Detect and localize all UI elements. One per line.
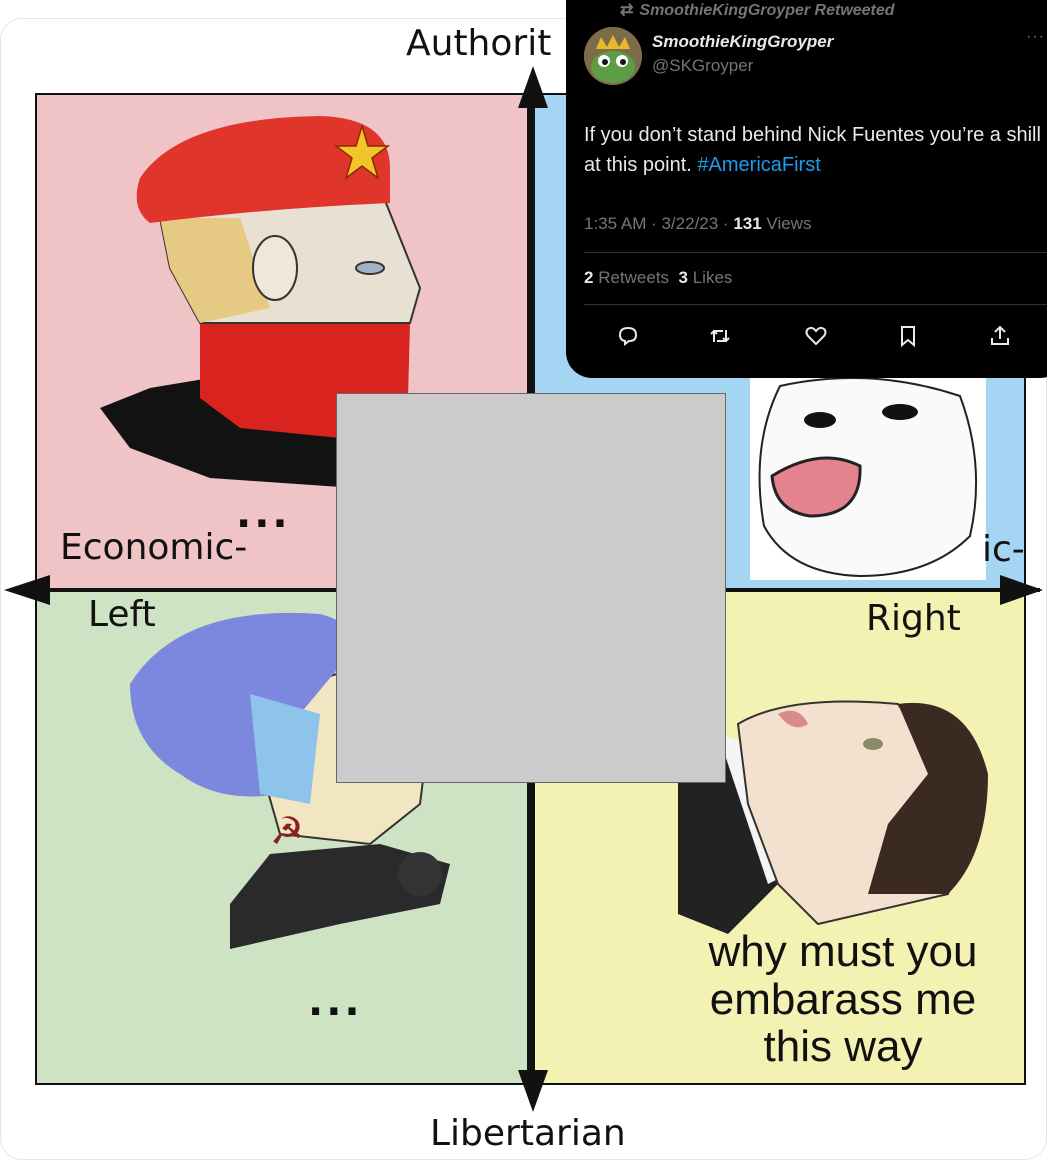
lib-right-caption: why must you embarass me this way xyxy=(708,927,978,1072)
like-icon[interactable] xyxy=(800,320,832,352)
tweet-card[interactable]: ⇄ SmoothieKingGroyper Retweeted SmoothieK… xyxy=(566,0,1047,378)
economic-left-label-line2: Left xyxy=(88,594,156,635)
retweet-small-icon: ⇄ xyxy=(620,2,634,19)
retweets-label[interactable]: Retweets xyxy=(593,268,678,287)
dots-bottom: ... xyxy=(308,979,363,1025)
views-count: 131 xyxy=(733,214,762,233)
tweet-meta: 1:35 AM · 3/22/23 · 131 Views xyxy=(584,214,811,234)
retweet-text: SmoothieKingGroyper Retweeted xyxy=(639,2,895,19)
divider xyxy=(584,304,1047,305)
arrow-right-icon xyxy=(1000,575,1043,605)
reply-icon[interactable] xyxy=(612,320,644,352)
retweet-icon[interactable] xyxy=(704,320,736,352)
tweet-stats: 2 Retweets 3 Likes xyxy=(584,268,732,288)
retweet-indicator[interactable]: ⇄ SmoothieKingGroyper Retweeted xyxy=(620,0,895,20)
auth-right-character-image xyxy=(750,376,986,580)
economic-left-label-line1: Economic- xyxy=(60,527,248,568)
svg-text:☭: ☭ xyxy=(270,809,304,853)
authoritarian-label: Authorit xyxy=(406,23,552,64)
economic-right-label-line1: ic- xyxy=(982,529,1025,570)
avatar-frog-icon xyxy=(584,27,642,85)
share-icon[interactable] xyxy=(984,320,1016,352)
display-name[interactable]: SmoothieKingGroyper xyxy=(652,32,833,52)
divider xyxy=(584,252,1047,253)
bookmark-icon[interactable] xyxy=(892,320,924,352)
arrow-left-icon xyxy=(4,575,50,605)
views-label: Views xyxy=(761,214,812,233)
arrow-up-icon xyxy=(518,66,548,108)
center-blank-square xyxy=(336,393,726,783)
economic-right-label-line2: Right xyxy=(866,598,961,639)
tweet-actions xyxy=(566,320,1047,352)
tweet-text: If you don’t stand behind Nick Fuentes y… xyxy=(584,120,1047,180)
hashtag-link[interactable]: #AmericaFirst xyxy=(697,154,820,176)
arrow-down-icon xyxy=(518,1070,548,1112)
user-handle[interactable]: @SKGroyper xyxy=(652,56,753,76)
libertarian-label: Libertarian xyxy=(430,1113,626,1154)
likes-label[interactable]: Likes xyxy=(688,268,733,287)
avatar[interactable] xyxy=(584,27,642,85)
tweet-timestamp[interactable]: 1:35 AM · 3/22/23 · xyxy=(584,214,733,233)
more-options-icon[interactable]: ··· xyxy=(1026,28,1045,46)
likes-count[interactable]: 3 xyxy=(679,268,688,287)
